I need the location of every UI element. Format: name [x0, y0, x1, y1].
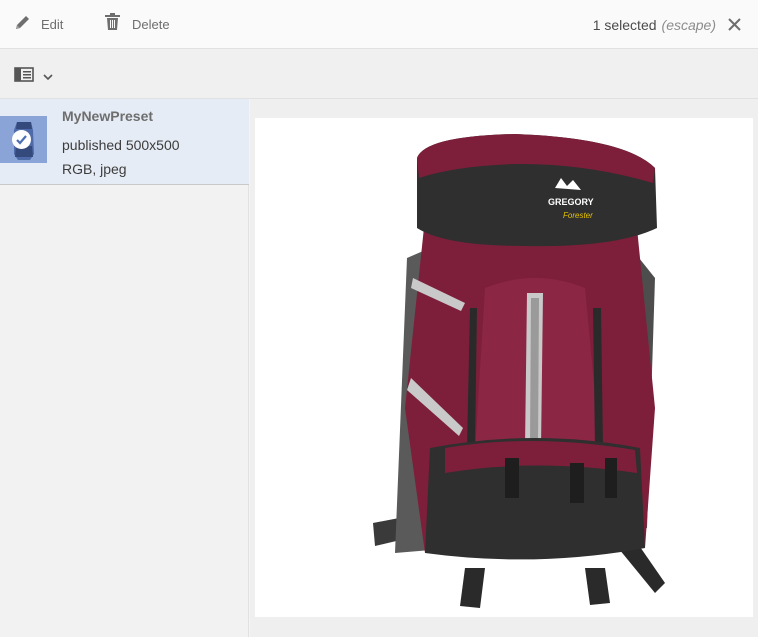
checkmark-icon	[12, 130, 31, 149]
asset-list: MyNewPreset published 500x500 RGB, jpeg	[0, 99, 249, 637]
model-text: Forester	[563, 211, 593, 220]
delete-label: Delete	[132, 17, 170, 32]
trash-icon	[104, 13, 121, 36]
item-format: RGB, jpeg	[62, 161, 127, 177]
view-toolbar	[0, 49, 758, 99]
view-switcher-button[interactable]	[14, 67, 53, 87]
backpack-image: GREGORY Forester	[373, 134, 665, 608]
selection-status: 1 selected (escape)	[593, 0, 716, 49]
action-bar: Edit Delete 1 selected (escape)	[0, 0, 758, 49]
logo-text: GREGORY	[548, 197, 594, 207]
list-item[interactable]: MyNewPreset published 500x500 RGB, jpeg	[0, 99, 249, 185]
item-details: published 500x500	[62, 137, 180, 153]
escape-hint: (escape)	[661, 16, 716, 33]
preview-pane: GREGORY Forester	[250, 99, 758, 637]
delete-button[interactable]: Delete	[104, 0, 170, 49]
pencil-icon	[14, 14, 31, 36]
selected-count: 1 selected	[592, 16, 657, 33]
edit-label: Edit	[41, 17, 64, 32]
close-icon[interactable]	[727, 17, 742, 32]
edit-button[interactable]: Edit	[14, 0, 63, 49]
column-view-icon	[14, 67, 34, 87]
item-name: MyNewPreset	[62, 108, 154, 124]
preview-card: GREGORY Forester	[255, 118, 753, 617]
chevron-down-icon	[43, 68, 53, 86]
